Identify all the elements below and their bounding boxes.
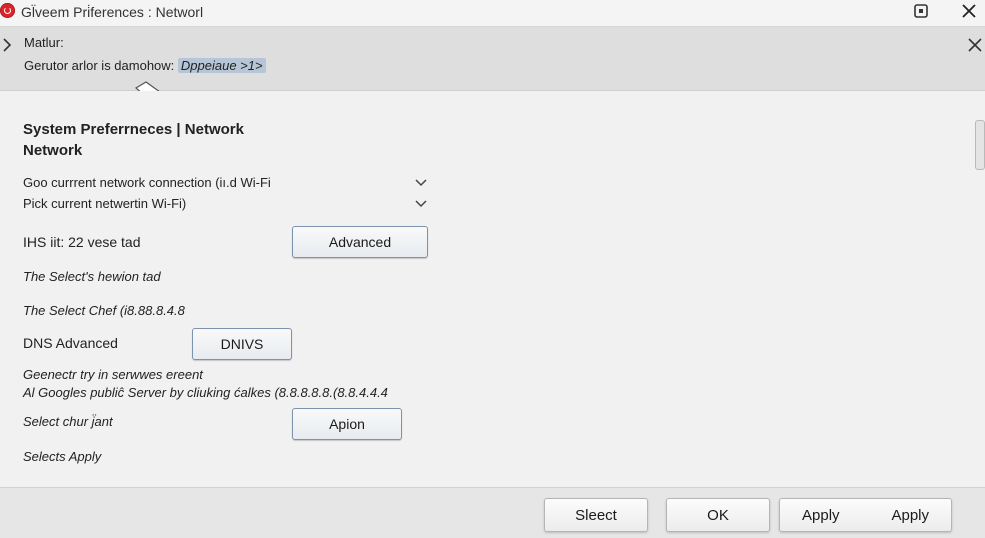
dns-description-line2: Al Googles publiĉ Server by cliuking ćal… [23, 385, 388, 400]
chevron-down-icon[interactable] [415, 200, 427, 208]
network-dropdown[interactable]: Pick current netwertin Wi-Fi) [23, 196, 186, 211]
chevron-down-icon[interactable] [415, 179, 427, 187]
select-chur-text: Select chur j̈ant [23, 414, 113, 429]
select-chef-text: The Select Chef (i8.88.8.4.8 [23, 303, 185, 318]
page-subtitle: Network [23, 142, 83, 159]
dns-description-line1: Geenectr try in serwwes ereent [23, 367, 203, 382]
network-settings-panel: System Preferrneces | Network Network Go… [0, 91, 985, 487]
select-apply-text: Selects Apply [23, 449, 102, 464]
advanced-button[interactable]: Advanced [292, 226, 428, 258]
dns-button[interactable]: DNIVS [192, 328, 292, 360]
option-button[interactable]: Apion [292, 408, 402, 440]
banner-title: Matlur: [24, 35, 64, 50]
footer-button-bar: Sleect OK Apply Apply [0, 487, 985, 538]
banner-message-text: Gerutor arlor is damohow: [24, 58, 178, 73]
chevron-right-icon[interactable] [2, 38, 12, 52]
apply-button[interactable]: Apply Apply [779, 498, 952, 532]
banner-message: Gerutor arlor is damohow: Dppeiaue >1> [24, 58, 266, 73]
ip-label: IHS iit: 22 vese tad [23, 234, 141, 250]
ok-button[interactable]: OK [666, 498, 770, 532]
page-title: System Preferrneces | Network [23, 121, 244, 138]
connection-dropdown[interactable]: Goo currrent network connection (iı.d Wi… [23, 175, 271, 190]
select-button[interactable]: Sleect [544, 498, 648, 532]
vertical-scrollbar[interactable] [975, 120, 985, 170]
window-close-icon[interactable] [960, 2, 978, 20]
apply-label-right: Apply [891, 506, 929, 524]
window-title: Gl̈veem Pri̇ferences : Networl [21, 4, 204, 20]
banner-highlight-link[interactable]: Dppeiaue >1> [177, 58, 266, 73]
app-logo-icon [0, 3, 15, 18]
dns-label: DNS Advanced [23, 335, 118, 351]
banner-close-icon[interactable] [967, 37, 983, 53]
restore-icon[interactable] [913, 3, 929, 19]
apply-label-left: Apply [802, 506, 840, 524]
select-hewion-text: The Select's hewion tad [23, 269, 161, 284]
title-bar: Gl̈veem Pri̇ferences : Networl [0, 0, 985, 27]
